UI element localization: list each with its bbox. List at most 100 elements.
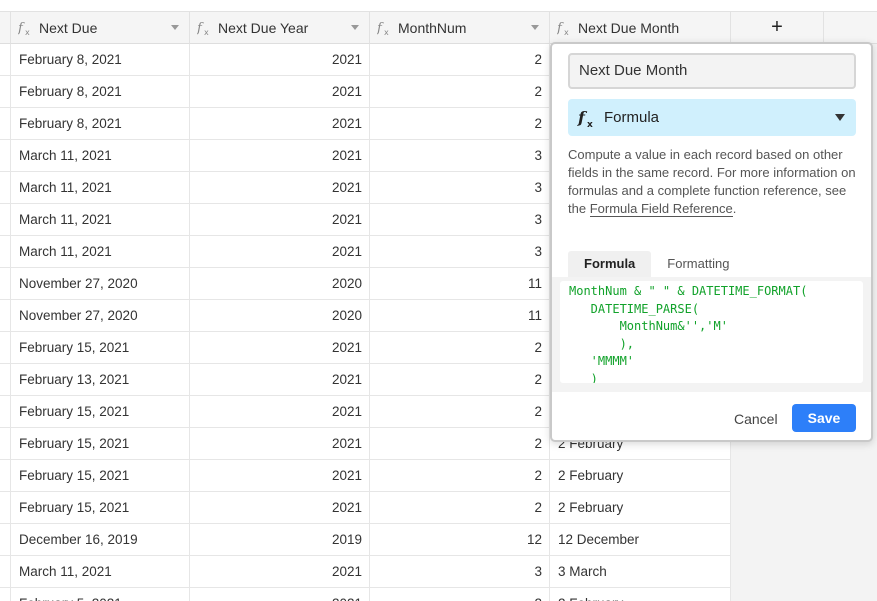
- cell-next-due-year[interactable]: 2021: [190, 492, 370, 523]
- cell-monthnum[interactable]: 2: [370, 460, 550, 491]
- cell-monthnum[interactable]: 2: [370, 332, 550, 363]
- cell-monthnum[interactable]: 2: [370, 44, 550, 75]
- column-header-label: MonthNum: [398, 19, 467, 36]
- cell-next-due-year[interactable]: 2021: [190, 428, 370, 459]
- cell-next-due-year[interactable]: 2021: [190, 140, 370, 171]
- cell-next-due-month[interactable]: 2 February: [550, 460, 731, 491]
- table-row[interactable]: February 15, 2021 2021 2 2 February: [0, 460, 731, 492]
- cell-next-due[interactable]: November 27, 2020: [11, 268, 190, 299]
- cell-next-due-month[interactable]: 12 December: [550, 524, 731, 555]
- tab-formatting[interactable]: Formatting: [651, 251, 745, 277]
- cell-monthnum[interactable]: 3: [370, 140, 550, 171]
- row-stub-cell: [0, 332, 11, 363]
- table-row[interactable]: February 5, 2021202122 February: [0, 588, 731, 601]
- column-header-monthnum[interactable]: fx MonthNum: [370, 12, 550, 44]
- cell-next-due-month[interactable]: 3 March: [550, 556, 731, 587]
- cell-next-due-year[interactable]: 2021: [190, 76, 370, 107]
- cell-next-due-year[interactable]: 2021: [190, 396, 370, 427]
- cell-monthnum[interactable]: 2: [370, 428, 550, 459]
- cell-monthnum[interactable]: 2: [370, 396, 550, 427]
- cell-next-due-year[interactable]: 2021: [190, 108, 370, 139]
- cell-next-due-month[interactable]: 2 February: [550, 588, 731, 601]
- cell-monthnum[interactable]: 12: [370, 524, 550, 555]
- cell-next-due[interactable]: February 15, 2021: [11, 332, 190, 363]
- header-filler: [824, 12, 877, 44]
- table-row[interactable]: February 15, 2021 2021 2 2 February: [0, 492, 731, 524]
- cell-monthnum[interactable]: 3: [370, 236, 550, 267]
- cell-next-due-year[interactable]: 2021: [190, 236, 370, 267]
- table-row[interactable]: March 11, 2021 2021 3 3 March: [0, 556, 731, 588]
- field-editor-popup: Next Due Month fx Formula Compute a valu…: [550, 42, 873, 442]
- cell-next-due[interactable]: February 15, 2021: [11, 396, 190, 427]
- cell-monthnum[interactable]: 3: [370, 204, 550, 235]
- cell-next-due[interactable]: March 11, 2021: [11, 172, 190, 203]
- cell-next-due[interactable]: December 16, 2019: [11, 524, 190, 555]
- row-stub-cell: [0, 364, 11, 395]
- chevron-down-icon[interactable]: [351, 25, 359, 30]
- cell-next-due-year[interactable]: 2021: [190, 204, 370, 235]
- cell-next-due[interactable]: February 15, 2021: [11, 428, 190, 459]
- cell-next-due[interactable]: February 15, 2021: [11, 460, 190, 491]
- cell-next-due[interactable]: March 11, 2021: [11, 556, 190, 587]
- add-field-button[interactable]: +: [731, 12, 824, 44]
- row-stub-cell: [0, 172, 11, 203]
- cell-next-due-year[interactable]: 2021: [190, 332, 370, 363]
- column-header-next-due[interactable]: fx Next Due: [11, 12, 190, 44]
- cell-monthnum[interactable]: 3: [370, 172, 550, 203]
- cell-monthnum[interactable]: 11: [370, 300, 550, 331]
- cell-next-due-year[interactable]: 2021: [190, 460, 370, 491]
- cell-next-due[interactable]: March 11, 2021: [11, 204, 190, 235]
- tab-formula[interactable]: Formula: [568, 251, 652, 277]
- row-stub-cell: [0, 236, 11, 267]
- cell-next-due-month[interactable]: 2 February: [550, 492, 731, 523]
- cell-next-due-year[interactable]: 2020: [190, 268, 370, 299]
- cancel-button[interactable]: Cancel: [734, 411, 778, 427]
- cell-next-due[interactable]: February 8, 2021: [11, 44, 190, 75]
- cell-monthnum[interactable]: 11: [370, 268, 550, 299]
- row-stub-cell: [0, 524, 11, 555]
- cell-next-due[interactable]: February 5, 2021: [11, 588, 190, 601]
- cell-next-due[interactable]: November 27, 2020: [11, 300, 190, 331]
- cell-next-due-year[interactable]: 2021: [190, 364, 370, 395]
- chevron-down-icon[interactable]: [171, 25, 179, 30]
- cell-next-due-year[interactable]: 2019: [190, 524, 370, 555]
- field-type-select[interactable]: fx Formula: [568, 99, 856, 136]
- svg-text:x: x: [25, 28, 30, 36]
- cell-next-due[interactable]: February 13, 2021: [11, 364, 190, 395]
- svg-text:f: f: [18, 21, 25, 36]
- cell-monthnum[interactable]: 2: [370, 588, 550, 601]
- cell-next-due[interactable]: March 11, 2021: [11, 236, 190, 267]
- cell-monthnum[interactable]: 3: [370, 556, 550, 587]
- cell-next-due[interactable]: February 8, 2021: [11, 76, 190, 107]
- cell-monthnum[interactable]: 2: [370, 108, 550, 139]
- field-name-input[interactable]: Next Due Month: [568, 53, 856, 89]
- cell-next-due-year[interactable]: 2020: [190, 300, 370, 331]
- cell-next-due[interactable]: February 8, 2021: [11, 108, 190, 139]
- svg-text:f: f: [377, 21, 384, 36]
- cell-next-due[interactable]: February 15, 2021: [11, 492, 190, 523]
- row-stub-cell: [0, 492, 11, 523]
- row-stub-cell: [0, 396, 11, 427]
- formula-icon: fx: [577, 108, 597, 128]
- formula-reference-link[interactable]: Formula Field Reference: [589, 201, 733, 217]
- cell-next-due[interactable]: March 11, 2021: [11, 140, 190, 171]
- header-stub: [0, 12, 11, 44]
- field-type-label: Formula: [604, 109, 660, 126]
- save-button[interactable]: Save: [792, 404, 856, 432]
- cell-next-due-year[interactable]: 2021: [190, 556, 370, 587]
- row-stub-cell: [0, 108, 11, 139]
- cell-monthnum[interactable]: 2: [370, 364, 550, 395]
- cell-next-due-year[interactable]: 2021: [190, 44, 370, 75]
- cell-monthnum[interactable]: 2: [370, 76, 550, 107]
- column-header-next-due-month[interactable]: fx Next Due Month: [550, 12, 731, 44]
- row-stub-cell: [0, 204, 11, 235]
- cell-next-due-year[interactable]: 2021: [190, 588, 370, 601]
- table-row[interactable]: December 16, 2019 2019 12 12 December: [0, 524, 731, 556]
- chevron-down-icon[interactable]: [531, 25, 539, 30]
- column-header-next-due-year[interactable]: fx Next Due Year: [190, 12, 370, 44]
- formula-code-editor[interactable]: MonthNum & " " & DATETIME_FORMAT( DATETI…: [560, 281, 863, 383]
- cell-monthnum[interactable]: 2: [370, 492, 550, 523]
- cell-next-due-year[interactable]: 2021: [190, 172, 370, 203]
- svg-text:f: f: [197, 21, 204, 36]
- top-strip: [0, 0, 877, 12]
